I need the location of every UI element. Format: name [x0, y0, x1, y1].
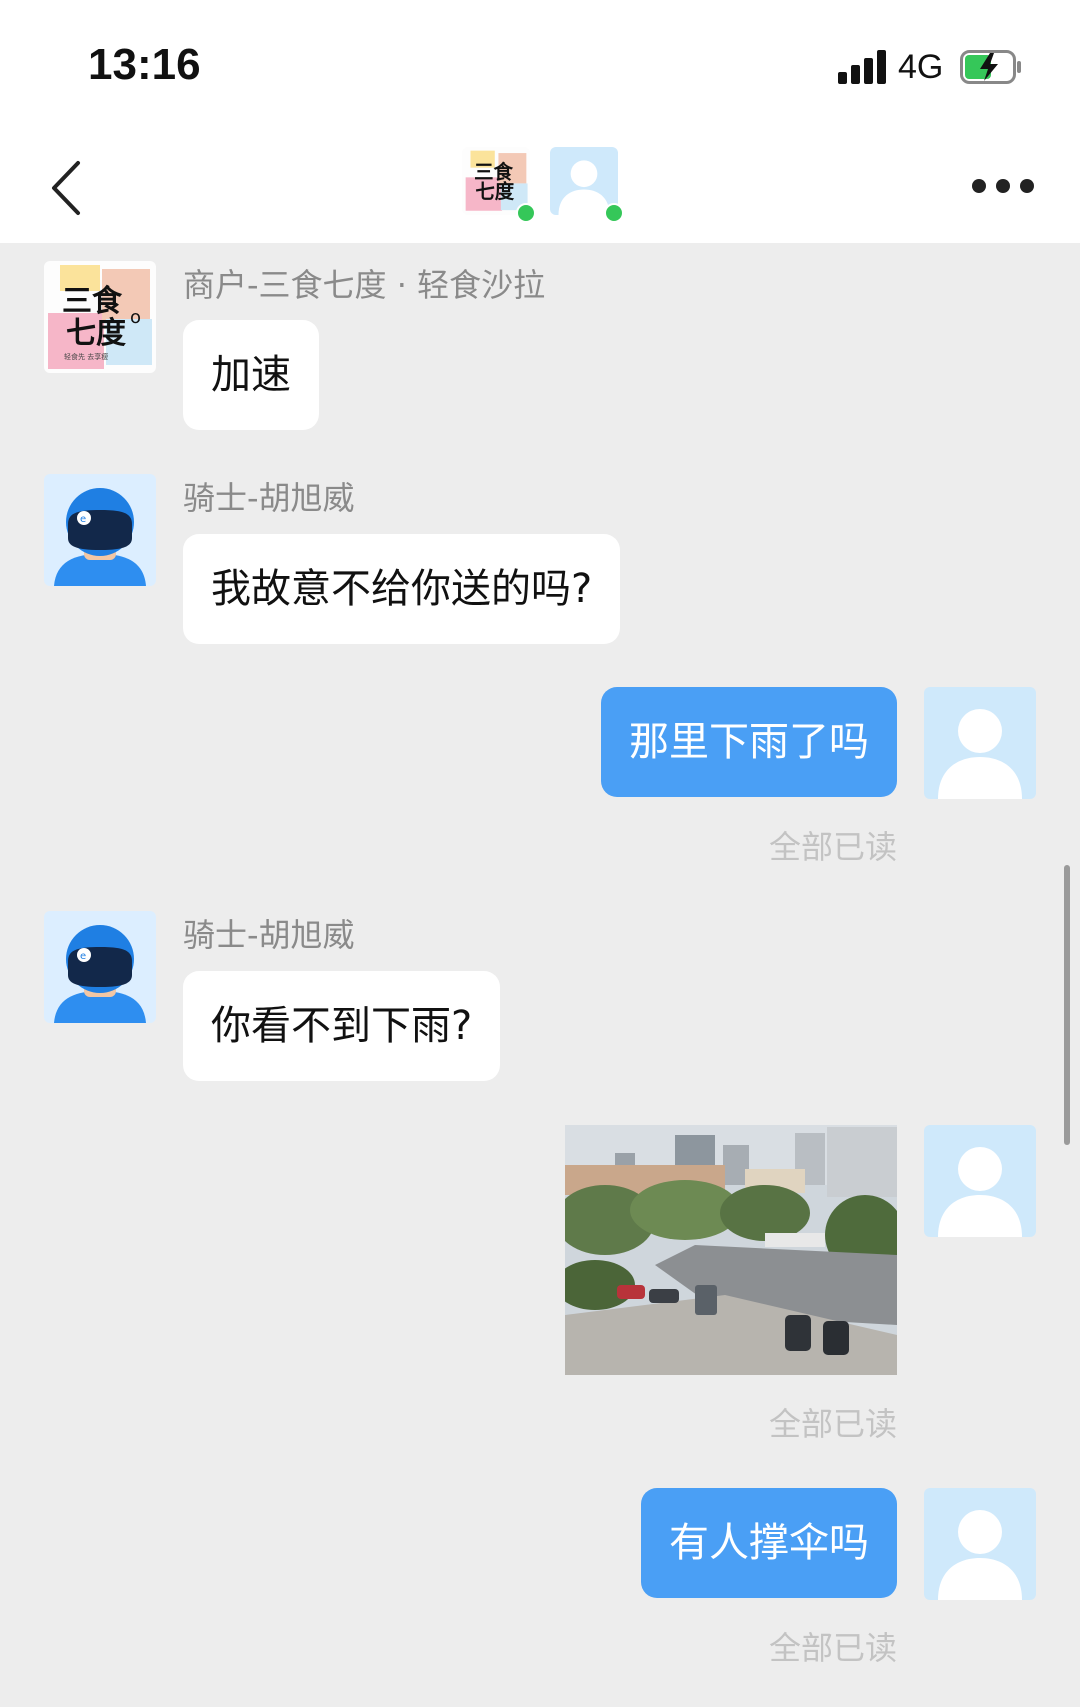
- svg-text:o: o: [130, 307, 141, 328]
- scrollbar[interactable]: [1064, 865, 1070, 1145]
- chat-header: 三食 七度: [0, 135, 1080, 243]
- svg-text:e: e: [80, 951, 86, 962]
- user-online-indicator: [604, 203, 624, 223]
- back-icon[interactable]: [46, 157, 86, 219]
- outgoing-message-bubble[interactable]: 那里下雨了吗: [601, 687, 897, 797]
- rider-avatar[interactable]: e: [44, 911, 156, 1023]
- sender-name: 商户-三食七度 · 轻食沙拉: [183, 266, 546, 304]
- read-status: 全部已读: [768, 1629, 897, 1667]
- incoming-message-bubble[interactable]: 你看不到下雨?: [183, 971, 501, 1081]
- network-type: 4G: [898, 48, 944, 86]
- incoming-message-bubble[interactable]: 加速: [183, 320, 319, 430]
- merchant-avatar[interactable]: 三食 七度 o 轻食先 去享瘦: [44, 261, 156, 373]
- status-bar: 13:16 4G: [0, 0, 1080, 135]
- user-avatar[interactable]: [924, 687, 1036, 799]
- rider-avatar[interactable]: e: [44, 474, 156, 586]
- rider-helmet-icon: e: [44, 474, 156, 586]
- battery-icon: [960, 50, 1021, 84]
- merchant-logo-line1: 三食: [62, 284, 123, 319]
- merchant-online-indicator: [516, 203, 536, 223]
- sender-name: 骑士-胡旭威: [183, 916, 355, 954]
- user-avatar[interactable]: [924, 1125, 1036, 1237]
- user-avatar[interactable]: [924, 1488, 1036, 1600]
- merchant-logo-line2: 七度: [66, 316, 126, 351]
- default-user-icon: [924, 1125, 1036, 1237]
- svg-text:七度: 七度: [475, 180, 514, 203]
- sent-photo[interactable]: [565, 1125, 897, 1375]
- default-user-icon: [924, 687, 1036, 799]
- signal-icon: [838, 50, 888, 84]
- read-status: 全部已读: [768, 828, 897, 866]
- outgoing-message-bubble[interactable]: 有人撑伞吗: [641, 1488, 897, 1598]
- status-time: 13:16: [88, 40, 201, 89]
- rider-helmet-icon: e: [44, 911, 156, 1023]
- svg-text:e: e: [80, 514, 86, 525]
- sender-name: 骑士-胡旭威: [183, 479, 355, 517]
- read-status: 全部已读: [768, 1405, 897, 1443]
- incoming-message-bubble[interactable]: 我故意不给你送的吗?: [183, 534, 621, 644]
- default-user-icon: [924, 1488, 1036, 1600]
- merchant-logo-slogan: 轻食先 去享瘦: [64, 352, 108, 361]
- more-icon[interactable]: [972, 175, 1034, 199]
